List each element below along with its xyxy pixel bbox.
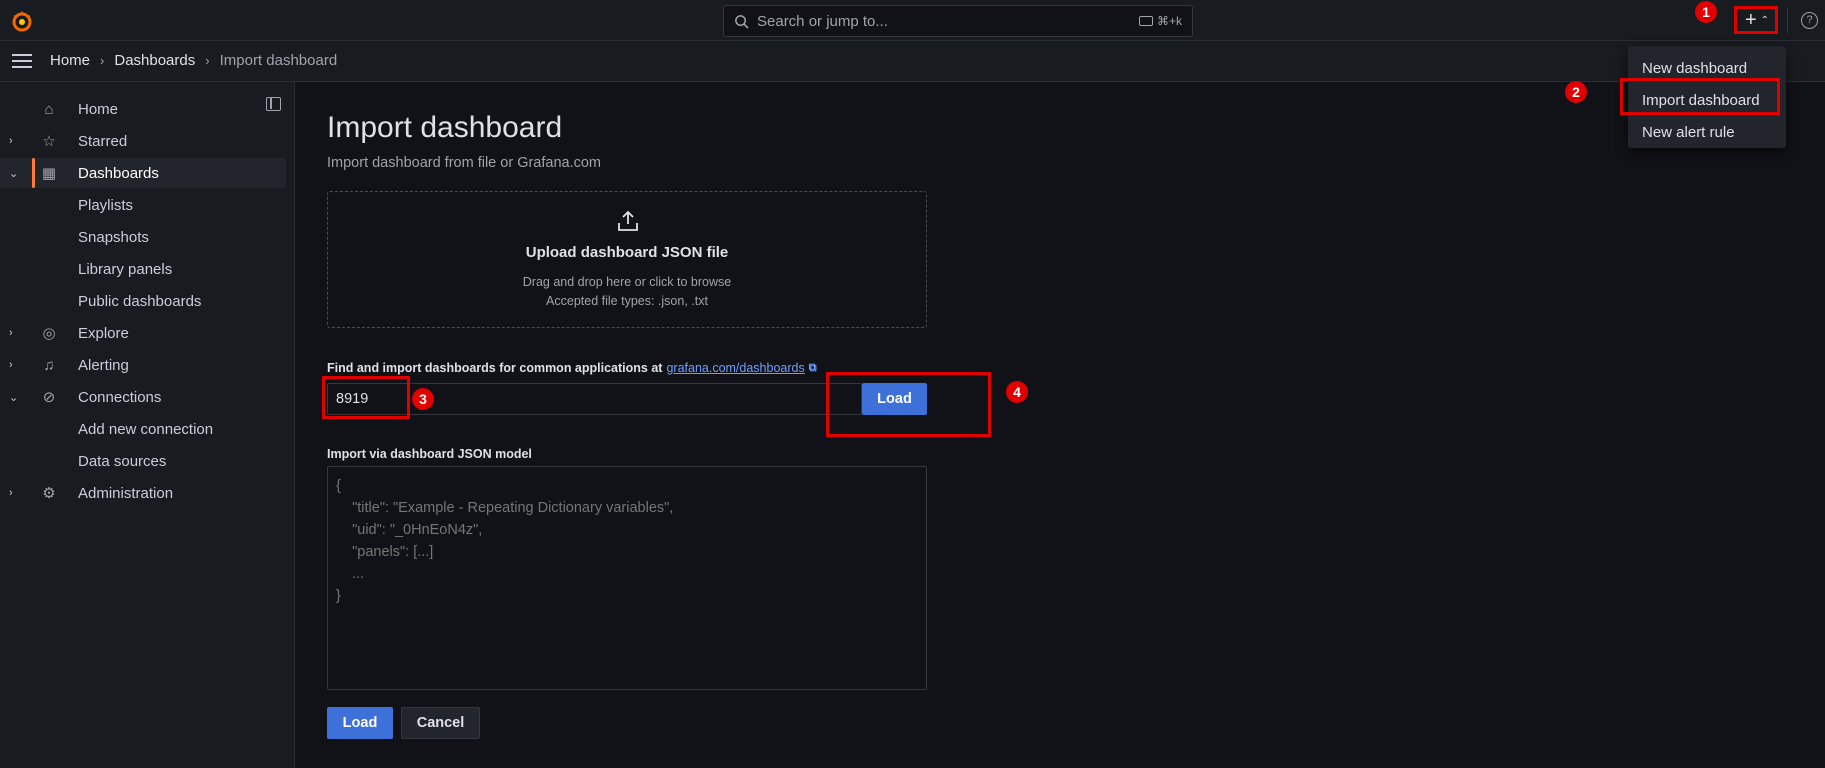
top-bar: Search or jump to... ⌘+k + ⌃ ? bbox=[0, 0, 1825, 41]
upload-icon bbox=[618, 210, 638, 231]
active-indicator bbox=[32, 158, 35, 188]
sidebar-item-label: Explore bbox=[78, 324, 129, 342]
load-button[interactable]: Load bbox=[327, 707, 393, 739]
annotation-box-3 bbox=[322, 376, 410, 419]
search-shortcut: ⌘+k bbox=[1138, 14, 1182, 28]
sidebar-item-playlists[interactable]: Playlists bbox=[0, 190, 286, 220]
sidebar-item-connections[interactable]: ⌄ ⊘ Connections bbox=[0, 382, 286, 412]
star-icon: ☆ bbox=[42, 133, 56, 150]
menu-toggle-icon[interactable] bbox=[12, 54, 32, 68]
gcom-link[interactable]: grafana.com/dashboards bbox=[666, 361, 804, 375]
cancel-button[interactable]: Cancel bbox=[401, 707, 480, 739]
sidebar-item-snapshots[interactable]: Snapshots bbox=[0, 222, 286, 252]
external-link-icon: ⧉ bbox=[808, 361, 817, 374]
sidebar-item-label: Snapshots bbox=[78, 228, 149, 246]
sidebar-item-explore[interactable]: › ◎ Explore bbox=[0, 318, 286, 348]
sidebar-item-home[interactable]: ⌂ Home bbox=[0, 94, 286, 124]
page-subtitle: Import dashboard from file or Grafana.co… bbox=[327, 155, 602, 171]
chevron-down-icon[interactable]: ⌄ bbox=[9, 391, 18, 404]
help-icon[interactable]: ? bbox=[1801, 12, 1818, 29]
sidebar-item-library-panels[interactable]: Library panels bbox=[0, 254, 286, 284]
sidebar-item-public-dashboards[interactable]: Public dashboards bbox=[0, 286, 286, 316]
menu-item-new-alert-rule[interactable]: New alert rule bbox=[1628, 116, 1786, 148]
json-model-textarea[interactable] bbox=[327, 466, 927, 690]
annotation-badge-3: 3 bbox=[412, 388, 434, 410]
search-shortcut-text: ⌘+k bbox=[1156, 14, 1182, 28]
chevron-right-icon: › bbox=[205, 53, 210, 68]
chevron-right-icon[interactable]: › bbox=[9, 135, 13, 147]
dashboards-grid-icon: ▦ bbox=[41, 165, 57, 182]
sidebar-item-label: Playlists bbox=[78, 196, 134, 214]
search-bar[interactable]: Search or jump to... ⌘+k bbox=[723, 5, 1193, 37]
sidebar: ⌂ Home › ☆ Starred ⌄ ▦ Dashboards Playli… bbox=[0, 82, 295, 768]
json-model-label: Import via dashboard JSON model bbox=[327, 447, 532, 461]
gcom-label: Find and import dashboards for common ap… bbox=[327, 361, 817, 375]
upload-file-types: Accepted file types: .json, .txt bbox=[546, 294, 708, 308]
chevron-down-icon[interactable]: ⌄ bbox=[9, 167, 18, 180]
compass-icon: ◎ bbox=[42, 325, 56, 342]
sidebar-item-alerting[interactable]: › ♫ Alerting bbox=[0, 350, 286, 380]
sidebar-item-data-sources[interactable]: Data sources bbox=[0, 446, 286, 476]
annotation-box-4 bbox=[826, 372, 991, 437]
sidebar-item-label: Home bbox=[78, 100, 119, 118]
chevron-right-icon[interactable]: › bbox=[9, 327, 13, 339]
annotation-badge-2: 2 bbox=[1565, 81, 1587, 103]
gear-icon: ⚙ bbox=[42, 485, 56, 502]
upload-hint: Drag and drop here or click to browse bbox=[522, 275, 732, 289]
home-icon: ⌂ bbox=[44, 100, 54, 118]
connections-icon: ⊘ bbox=[42, 389, 56, 406]
annotation-box-1 bbox=[1734, 6, 1778, 34]
chevron-right-icon: › bbox=[100, 53, 105, 68]
breadcrumb-home[interactable]: Home bbox=[50, 52, 90, 69]
search-icon bbox=[735, 14, 749, 29]
sidebar-item-starred[interactable]: › ☆ Starred bbox=[0, 126, 286, 156]
chevron-right-icon[interactable]: › bbox=[9, 487, 13, 499]
annotation-badge-4: 4 bbox=[1006, 381, 1028, 403]
sidebar-item-administration[interactable]: › ⚙ Administration bbox=[0, 478, 286, 508]
sidebar-item-label: Public dashboards bbox=[78, 292, 202, 310]
breadcrumb: Home › Dashboards › Import dashboard bbox=[50, 52, 337, 69]
annotation-badge-1: 1 bbox=[1695, 1, 1717, 23]
breadcrumb-current: Import dashboard bbox=[219, 52, 338, 69]
bell-icon: ♫ bbox=[43, 356, 55, 374]
sidebar-item-label: Data sources bbox=[78, 452, 167, 470]
sidebar-item-label: Dashboards bbox=[78, 164, 159, 182]
sidebar-item-add-new-connection[interactable]: Add new connection bbox=[0, 414, 286, 444]
annotation-box-2 bbox=[1620, 78, 1780, 115]
grafana-logo-icon[interactable] bbox=[10, 9, 34, 33]
search-placeholder: Search or jump to... bbox=[757, 12, 888, 30]
page-title: Import dashboard bbox=[327, 111, 563, 144]
breadcrumb-bar: Home › Dashboards › Import dashboard bbox=[0, 41, 1825, 82]
keyboard-icon bbox=[1138, 16, 1153, 26]
sidebar-item-label: Starred bbox=[78, 132, 128, 150]
upload-title: Upload dashboard JSON file bbox=[525, 244, 729, 261]
sidebar-item-dashboards[interactable]: ⌄ ▦ Dashboards bbox=[0, 158, 286, 188]
sidebar-item-label: Add new connection bbox=[78, 420, 214, 438]
sidebar-item-label: Library panels bbox=[78, 260, 173, 278]
upload-dropzone[interactable]: Upload dashboard JSON file Drag and drop… bbox=[327, 191, 927, 328]
topbar-divider bbox=[1787, 8, 1788, 33]
sidebar-item-label: Connections bbox=[78, 388, 162, 406]
sidebar-item-label: Alerting bbox=[78, 356, 129, 374]
chevron-right-icon[interactable]: › bbox=[9, 359, 13, 371]
gcom-label-text: Find and import dashboards for common ap… bbox=[327, 361, 663, 375]
breadcrumb-dashboards[interactable]: Dashboards bbox=[114, 52, 195, 69]
sidebar-item-label: Administration bbox=[78, 484, 174, 502]
